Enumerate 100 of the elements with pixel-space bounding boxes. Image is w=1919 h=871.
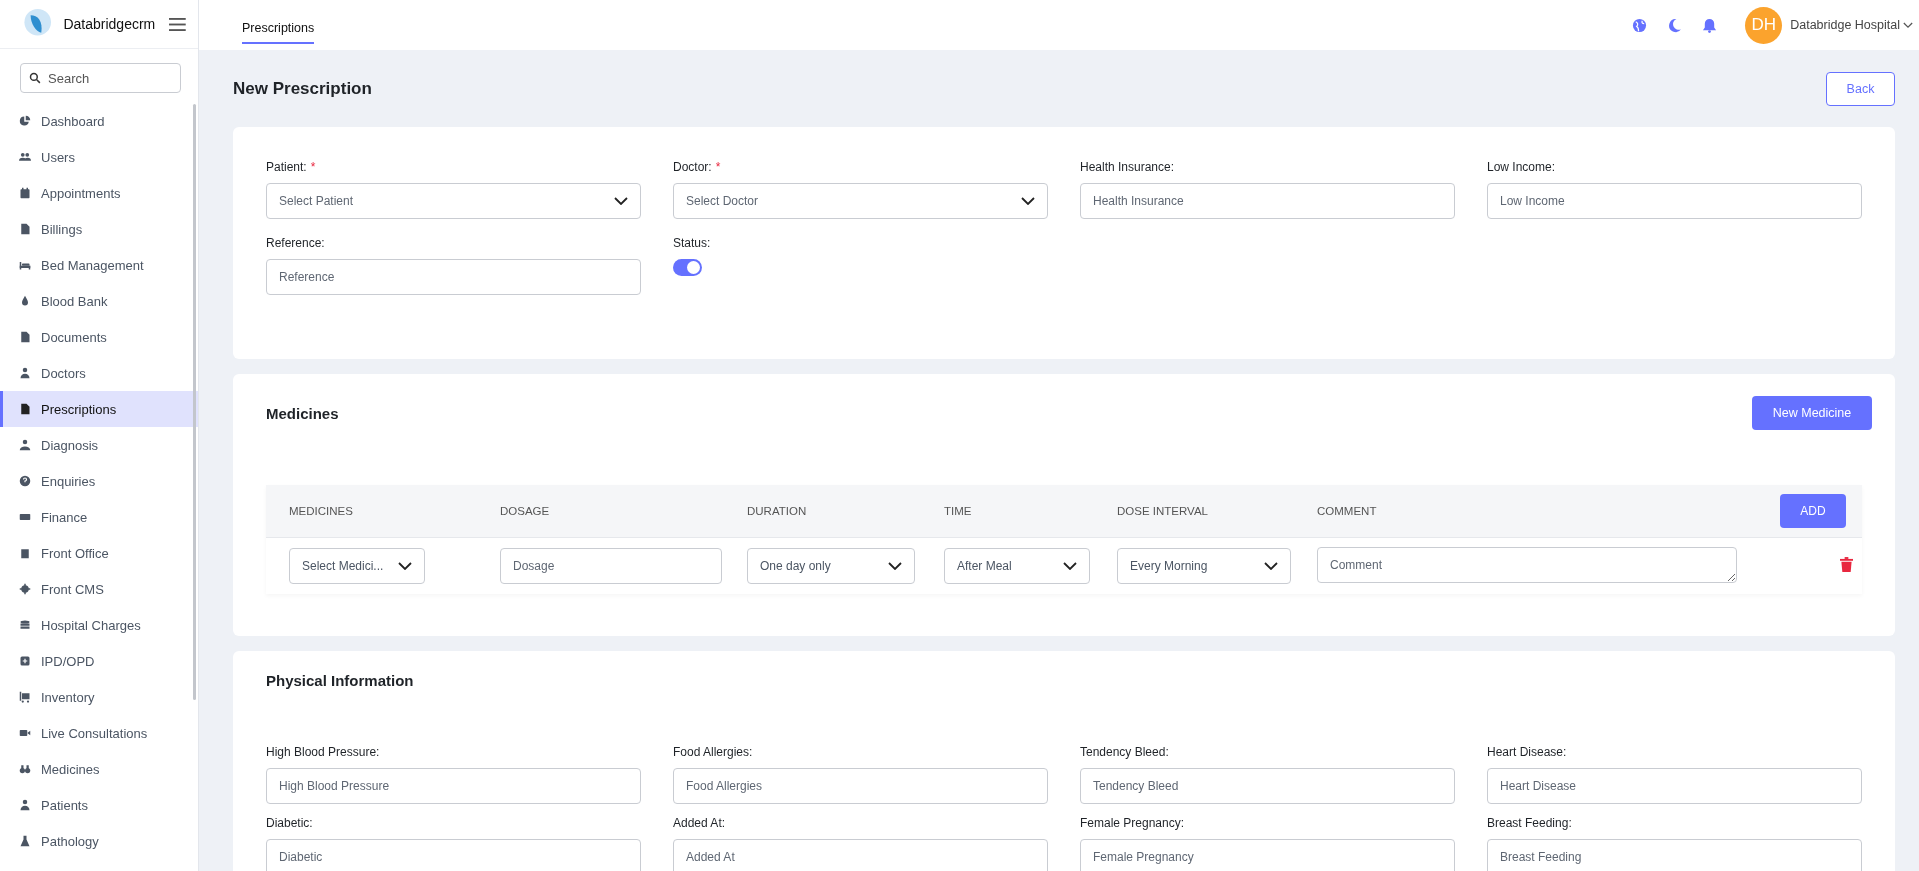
plus-square-icon [19, 655, 31, 667]
field-label: Health Insurance: [1080, 160, 1176, 174]
column-header: DOSE INTERVAL [1117, 505, 1209, 517]
sidebar-item[interactable]: Front Office [0, 535, 198, 571]
status-toggle[interactable] [673, 259, 702, 276]
select-field[interactable]: Every Morning [1117, 548, 1291, 584]
trolley-icon [19, 691, 31, 703]
sidebar-item[interactable]: Appointments [0, 175, 198, 211]
column-header: MEDICINES [289, 505, 354, 517]
sidebar-item[interactable]: Prescriptions [0, 391, 198, 427]
field-label: Diabetic: [266, 816, 314, 830]
new-medicine-button[interactable]: New Medicine [1752, 396, 1872, 430]
document-icon [19, 403, 31, 415]
field-label: Female Pregnancy: [1080, 816, 1186, 830]
chevron-down-icon [1021, 197, 1035, 205]
trash-icon[interactable] [1840, 557, 1853, 572]
chevron-down-icon [398, 562, 412, 570]
field-label: Doctor: * [673, 160, 722, 174]
banknote-icon [19, 511, 31, 523]
column-header: TIME [944, 505, 973, 517]
sidebar-item[interactable]: Inventory [0, 679, 198, 715]
person-icon [19, 367, 31, 379]
field-label: Status: [673, 236, 712, 250]
building-icon [19, 547, 31, 559]
comment-field[interactable]: Comment [1317, 546, 1737, 583]
field-label: Reference: [266, 236, 326, 250]
chevron-down-icon[interactable] [1903, 21, 1913, 29]
input-field[interactable]: Low Income [1487, 183, 1862, 219]
input-field[interactable]: High Blood Pressure [266, 768, 641, 804]
pie-chart-icon [19, 115, 31, 127]
sidebar-item[interactable]: Front CMS [0, 571, 198, 607]
sidebar-item[interactable]: Enquiries [0, 463, 198, 499]
input-field[interactable]: Breast Feeding [1487, 839, 1862, 871]
input-field[interactable]: Diabetic [266, 839, 641, 871]
page-title: New Prescription [233, 78, 372, 99]
brand-name: Databridgecrm [63, 16, 156, 32]
globe-icon[interactable] [1632, 17, 1648, 33]
sidebar-item[interactable]: Patients [0, 787, 198, 823]
select-field[interactable]: Select Medici... [289, 548, 425, 584]
sidebar-item[interactable]: Hospital Charges [0, 607, 198, 643]
search-icon [29, 72, 41, 84]
help-icon [19, 475, 31, 487]
breadcrumb-tab[interactable]: Prescriptions [242, 6, 315, 44]
select-field[interactable]: After Meal [944, 548, 1090, 584]
sidebar-item[interactable]: Doctors [0, 355, 198, 391]
field-label: Low Income: [1487, 160, 1557, 174]
menu-icon[interactable] [169, 17, 186, 31]
field-label: Breast Feeding: [1487, 816, 1573, 830]
calendar-icon [19, 187, 31, 199]
sidebar-item[interactable]: Dashboard [0, 103, 198, 139]
column-header: COMMENT [1317, 505, 1378, 517]
coins-icon [19, 619, 31, 631]
search-field[interactable]: Search [20, 63, 181, 93]
sidebar-item[interactable]: Medicines [0, 751, 198, 787]
person-icon [19, 439, 31, 451]
field-label: Added At: [673, 816, 727, 830]
sidebar-item[interactable]: Bed Management [0, 247, 198, 283]
chevron-down-icon [888, 562, 902, 570]
section-title: Medicines [266, 404, 339, 422]
user-name[interactable]: Databridge Hospital [1790, 18, 1900, 32]
sidebar-item[interactable]: Live Consultations [0, 715, 198, 751]
flask-icon [19, 835, 31, 847]
input-field[interactable]: Added At [673, 839, 1048, 871]
input-field[interactable]: Food Allergies [673, 768, 1048, 804]
select-field[interactable]: One day only [747, 548, 915, 584]
chevron-down-icon [614, 197, 628, 205]
sidebar-item[interactable]: Diagnosis [0, 427, 198, 463]
sidebar-item[interactable]: Pathology [0, 823, 198, 859]
chevron-down-icon [1063, 562, 1077, 570]
scrollbar[interactable] [193, 104, 196, 700]
sidebar-item[interactable]: Billings [0, 211, 198, 247]
bell-icon[interactable] [1702, 17, 1718, 33]
field-label: Food Allergies: [673, 745, 754, 759]
select-field[interactable]: Select Patient [266, 183, 641, 219]
chevron-down-icon [1264, 562, 1278, 570]
document-icon [19, 223, 31, 235]
input-field[interactable]: Heart Disease [1487, 768, 1862, 804]
input-field[interactable]: Dosage [500, 548, 722, 584]
person-icon [19, 799, 31, 811]
input-field[interactable]: Health Insurance [1080, 183, 1455, 219]
sidebar-item[interactable]: Blood Bank [0, 283, 198, 319]
back-button[interactable]: Back [1826, 71, 1895, 106]
field-label: Patient: * [266, 160, 317, 174]
column-header: DOSAGE [500, 505, 551, 517]
drop-icon [19, 295, 31, 307]
document-icon [19, 331, 31, 343]
select-field[interactable]: Select Doctor [673, 183, 1048, 219]
sidebar-item[interactable]: Users [0, 139, 198, 175]
bed-icon [19, 259, 31, 271]
video-camera-icon [19, 727, 31, 739]
input-field[interactable]: Female Pregnancy [1080, 839, 1455, 871]
sidebar-item[interactable]: IPD/OPD [0, 643, 198, 679]
sidebar-item[interactable]: Finance [0, 499, 198, 535]
sidebar-item[interactable]: Documents [0, 319, 198, 355]
section-title: Physical Information [266, 672, 415, 689]
input-field[interactable]: Tendency Bleed [1080, 768, 1455, 804]
moon-icon[interactable] [1667, 17, 1683, 33]
column-header: DURATION [747, 505, 808, 517]
input-field[interactable]: Reference [266, 259, 641, 295]
add-button[interactable]: ADD [1780, 494, 1846, 528]
